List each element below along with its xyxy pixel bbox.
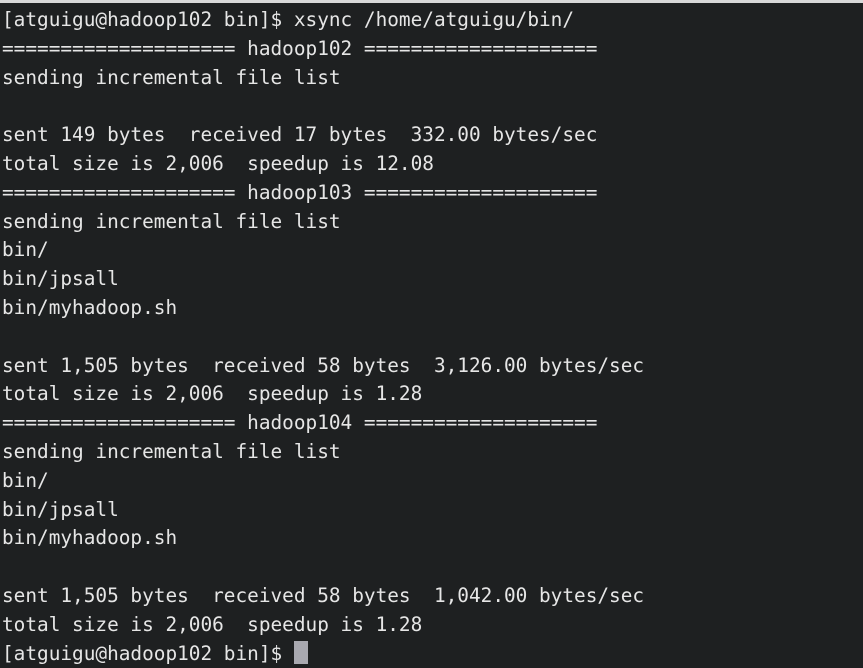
block-cursor-icon xyxy=(293,640,309,664)
terminal-window[interactable]: [atguigu@hadoop102 bin]$ xsync /home/atg… xyxy=(0,0,863,666)
shell-prompt: [atguigu@hadoop102 bin]$ xyxy=(2,641,294,665)
terminal-line-file-jpsall-hadoop104: bin/jpsall xyxy=(2,497,119,521)
terminal-screen[interactable]: [atguigu@hadoop102 bin]$ xsync /home/atg… xyxy=(2,3,863,668)
terminal-line-totalsize-hadoop104: total size is 2,006 speedup is 1.28 xyxy=(2,612,423,636)
terminal-line-stats-hadoop103: sent 1,505 bytes received 58 bytes 3,126… xyxy=(2,353,645,377)
terminal-line-sending-list-hadoop104: sending incremental file list xyxy=(2,439,341,463)
terminal-line-totalsize-hadoop102: total size is 2,006 speedup is 12.08 xyxy=(2,151,434,175)
terminal-line-stats-hadoop104: sent 1,505 bytes received 58 bytes 1,042… xyxy=(2,583,645,607)
terminal-line-stats-hadoop102: sent 149 bytes received 17 bytes 332.00 … xyxy=(2,123,598,147)
terminal-line-sending-list-hadoop103: sending incremental file list xyxy=(2,209,341,233)
terminal-line-file-jpsall-hadoop103: bin/jpsall xyxy=(2,267,119,291)
terminal-line-host-separator-hadoop104: ==================== hadoop104 =========… xyxy=(2,411,598,435)
terminal-prompt-line[interactable]: [atguigu@hadoop102 bin]$ xyxy=(2,640,863,668)
terminal-line-file-myhadoop-hadoop104: bin/myhadoop.sh xyxy=(2,526,178,550)
terminal-line-command: [atguigu@hadoop102 bin]$ xsync /home/atg… xyxy=(2,8,575,31)
terminal-line-file-bin-hadoop103: bin/ xyxy=(2,238,49,262)
terminal-line-host-separator-hadoop103: ==================== hadoop103 =========… xyxy=(2,180,598,204)
terminal-line-file-myhadoop-hadoop103: bin/myhadoop.sh xyxy=(2,295,178,319)
terminal-line-totalsize-hadoop103: total size is 2,006 speedup is 1.28 xyxy=(2,382,423,406)
terminal-line-host-separator-hadoop102: ==================== hadoop102 =========… xyxy=(2,36,598,60)
terminal-line-sending-list-hadoop102: sending incremental file list xyxy=(2,65,341,89)
terminal-line-file-bin-hadoop104: bin/ xyxy=(2,468,49,492)
